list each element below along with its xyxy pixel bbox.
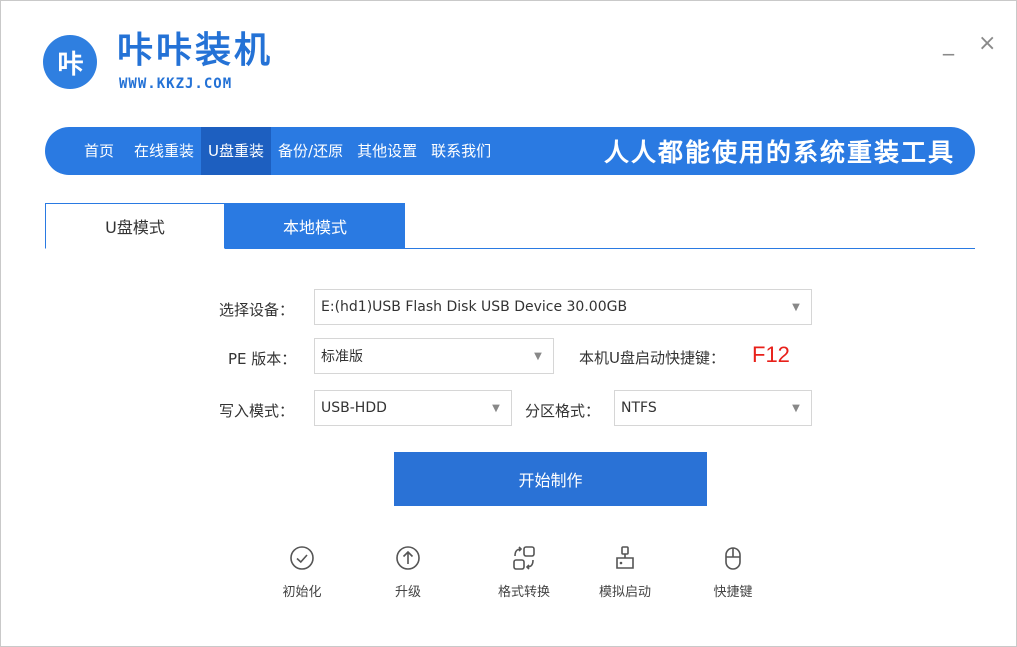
- tool-format-convert-label: 格式转换: [497, 585, 550, 600]
- tool-simulate-boot-label: 模拟启动: [598, 585, 651, 600]
- app-title: 咔咔装机: [117, 30, 274, 71]
- logo-text: 咔: [57, 49, 83, 80]
- pe-version-value: 标准版: [321, 349, 363, 365]
- nav-item-usb-reinstall[interactable]: U盘重装: [201, 127, 272, 175]
- app-url: WWW.KKZJ.COM: [119, 76, 233, 92]
- nav-item-contact[interactable]: 联系我们: [424, 127, 498, 175]
- device-label: 选择设备：: [219, 301, 295, 319]
- nav-item-online-reinstall[interactable]: 在线重装: [127, 127, 201, 175]
- partition-format-select[interactable]: NTFS ▼: [614, 390, 812, 426]
- main-navbar: 首页 在线重装 U盘重装 备份/还原 其他设置 联系我们 人人都能使用的系统重装…: [45, 127, 975, 175]
- partition-format-label: 分区格式：: [525, 402, 601, 420]
- simulate-boot-icon: [616, 546, 634, 569]
- tab-local-mode[interactable]: 本地模式: [225, 203, 405, 249]
- tool-initialize-label: 初始化: [282, 585, 322, 600]
- write-mode-label: 写入模式：: [219, 402, 295, 420]
- tool-upgrade-label: 升级: [394, 585, 421, 600]
- dropdown-arrow-icon: ▼: [492, 402, 500, 414]
- app-window: 咔 咔咔装机 WWW.KKZJ.COM _ × 首页 在线重装 U盘重装 备份/…: [0, 0, 1017, 647]
- dropdown-arrow-icon: ▼: [534, 350, 542, 362]
- dropdown-arrow-icon: ▼: [792, 301, 800, 313]
- upgrade-arrow-icon: [396, 546, 420, 570]
- partition-format-value: NTFS: [621, 400, 657, 416]
- dropdown-arrow-icon: ▼: [792, 402, 800, 414]
- write-mode-select[interactable]: USB-HDD ▼: [314, 390, 512, 426]
- pe-version-select[interactable]: 标准版 ▼: [314, 338, 554, 374]
- check-circle-icon: [290, 546, 314, 570]
- tool-hotkey-label: 快捷键: [713, 585, 753, 600]
- logo-icon: 咔: [43, 35, 97, 89]
- pe-version-label: PE 版本：: [228, 350, 297, 368]
- tool-upgrade[interactable]: 升级: [368, 544, 448, 600]
- nav-item-home[interactable]: 首页: [71, 127, 127, 175]
- close-button[interactable]: ×: [978, 33, 996, 55]
- tab-usb-mode[interactable]: U盘模式: [45, 203, 225, 249]
- tool-hotkey[interactable]: 快捷键: [693, 544, 773, 600]
- boot-hotkey-value: F12: [752, 342, 790, 367]
- device-select-value: E:(hd1)USB Flash Disk USB Device 30.00GB: [321, 299, 628, 315]
- nav-item-backup-restore[interactable]: 备份/还原: [271, 127, 350, 175]
- nav-item-other-settings[interactable]: 其他设置: [350, 127, 424, 175]
- convert-icon: [513, 546, 535, 570]
- boot-hotkey-label: 本机U盘启动快捷键：: [579, 349, 725, 367]
- slogan: 人人都能使用的系统重装工具: [603, 138, 955, 167]
- minimize-button[interactable]: _: [943, 33, 954, 55]
- mouse-icon: [725, 547, 741, 570]
- tool-simulate-boot[interactable]: 模拟启动: [585, 544, 665, 600]
- start-make-button[interactable]: 开始制作: [394, 452, 707, 506]
- write-mode-value: USB-HDD: [321, 400, 387, 416]
- device-select[interactable]: E:(hd1)USB Flash Disk USB Device 30.00GB…: [314, 289, 812, 325]
- tool-format-convert[interactable]: 格式转换: [484, 544, 564, 600]
- tool-initialize[interactable]: 初始化: [262, 544, 342, 600]
